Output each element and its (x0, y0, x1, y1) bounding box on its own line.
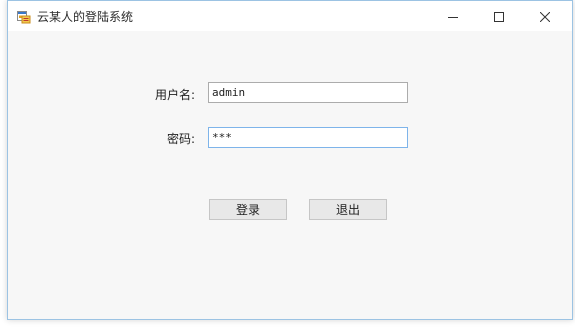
close-icon (539, 7, 551, 26)
login-window: 云某人的登陆系统 用户名: 密码: 登录 退出 (7, 0, 573, 320)
password-input[interactable] (208, 127, 408, 148)
minimize-button[interactable] (430, 1, 476, 31)
login-button[interactable]: 登录 (209, 199, 287, 220)
username-label: 用户名: (154, 88, 195, 102)
username-input[interactable] (208, 82, 408, 103)
password-label: 密码: (166, 132, 195, 146)
exit-button[interactable]: 退出 (309, 199, 387, 220)
title-bar[interactable]: 云某人的登陆系统 (8, 1, 572, 31)
form-app-icon (17, 9, 31, 24)
close-button[interactable] (522, 1, 568, 31)
window-title: 云某人的登陆系统 (37, 10, 134, 24)
minimize-icon (448, 7, 458, 26)
form-client-area: 用户名: 密码: 登录 退出 (8, 31, 572, 319)
maximize-icon (494, 7, 504, 26)
maximize-button[interactable] (476, 1, 522, 31)
